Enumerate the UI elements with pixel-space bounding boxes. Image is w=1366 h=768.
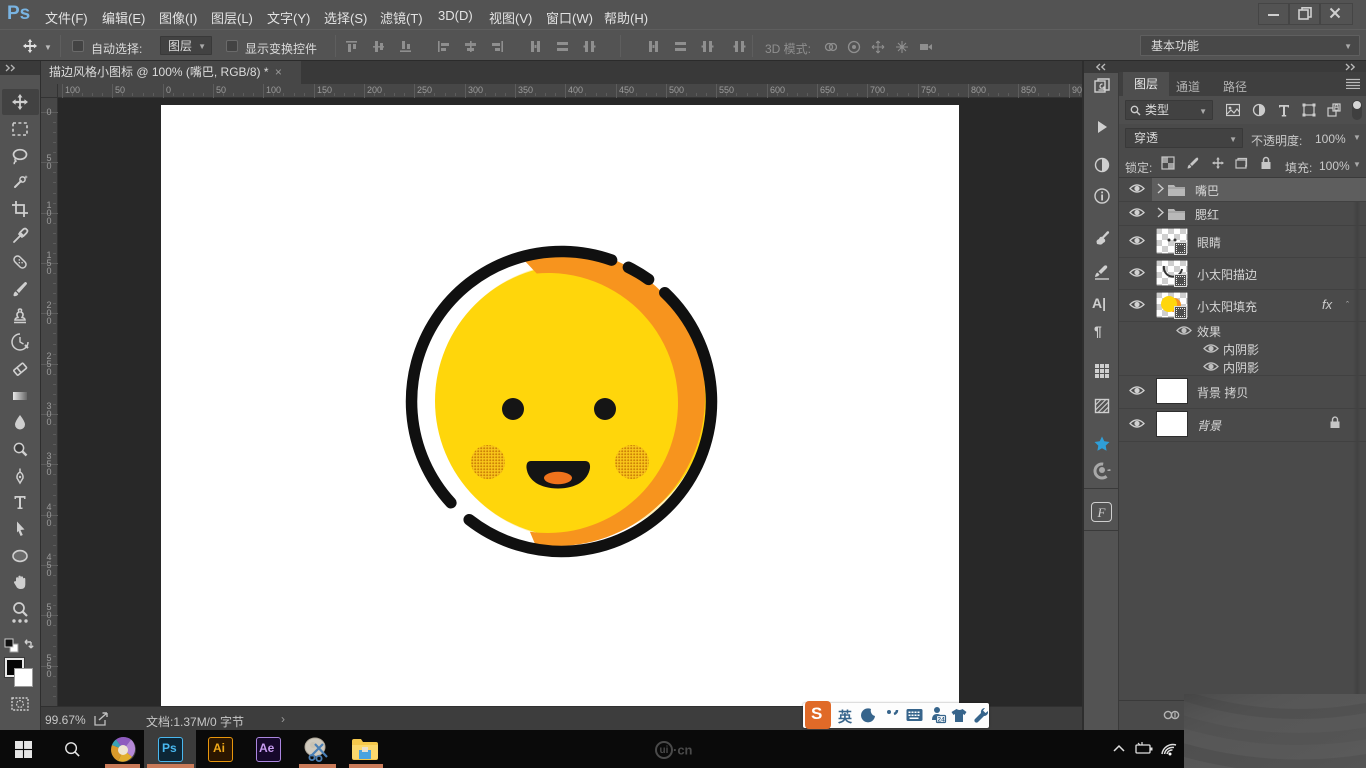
svg-text:24: 24	[938, 717, 946, 724]
